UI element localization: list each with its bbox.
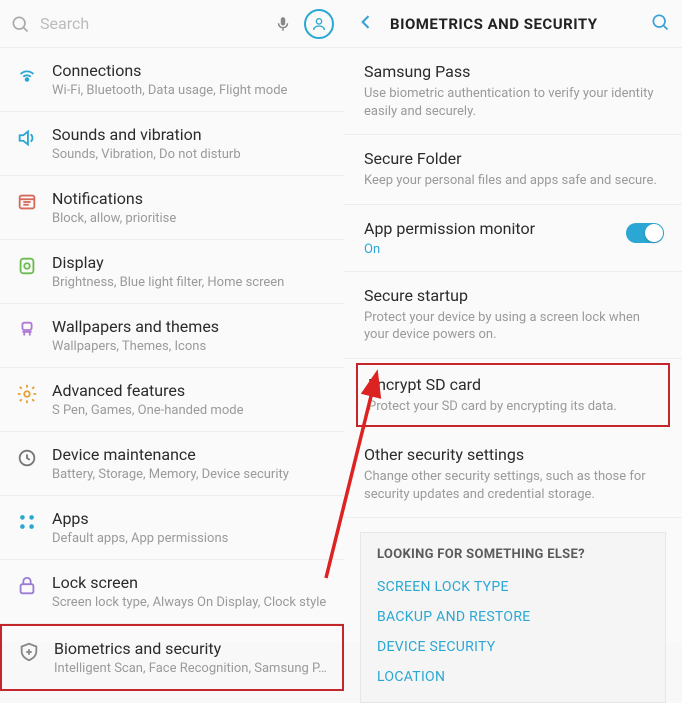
item-secure-startup[interactable]: Secure startup Protect your device by us… xyxy=(344,272,682,359)
related-link-devicesecurity[interactable]: DEVICE SECURITY xyxy=(377,632,649,662)
search-icon[interactable] xyxy=(650,12,670,36)
right-header: BIOMETRICS AND SECURITY xyxy=(344,0,682,48)
search-bar[interactable]: Search xyxy=(0,0,344,48)
wallpaper-icon xyxy=(16,317,52,341)
item-title: Lock screen xyxy=(52,573,334,592)
item-sub: Screen lock type, Always On Display, Clo… xyxy=(52,595,334,610)
item-sub: Block, allow, prioritise xyxy=(52,211,334,226)
item-status: On xyxy=(364,242,626,257)
item-biometrics[interactable]: Biometrics and security Intelligent Scan… xyxy=(0,624,344,691)
related-link-location[interactable]: LOCATION xyxy=(377,662,649,692)
related-link-screenlock[interactable]: SCREEN LOCK TYPE xyxy=(377,572,649,602)
item-display[interactable]: Display Brightness, Blue light filter, H… xyxy=(0,240,344,304)
item-title: Secure Folder xyxy=(364,149,664,168)
item-encrypt-sd-card[interactable]: Encrypt SD card Protect your SD card by … xyxy=(356,363,670,428)
advanced-icon xyxy=(16,381,52,405)
toggle-switch[interactable] xyxy=(626,223,664,243)
item-sub: Protect your device by using a screen lo… xyxy=(364,309,664,344)
item-sub: Wi-Fi, Bluetooth, Data usage, Flight mod… xyxy=(52,83,334,98)
item-sub: Brightness, Blue light filter, Home scre… xyxy=(52,275,334,290)
item-samsung-pass[interactable]: Samsung Pass Use biometric authenticatio… xyxy=(344,48,682,135)
mic-icon[interactable] xyxy=(274,15,292,33)
sound-icon xyxy=(16,125,52,149)
item-sub: Change other security settings, such as … xyxy=(364,468,664,503)
lockscreen-icon xyxy=(16,573,52,597)
apps-icon xyxy=(16,509,52,533)
item-title: Display xyxy=(52,253,334,272)
item-title: Wallpapers and themes xyxy=(52,317,334,336)
item-title: App permission monitor xyxy=(364,219,626,238)
item-title: Other security settings xyxy=(364,445,664,464)
item-maintenance[interactable]: Device maintenance Battery, Storage, Mem… xyxy=(0,432,344,496)
item-title: Advanced features xyxy=(52,381,334,400)
item-other-security[interactable]: Other security settings Change other sec… xyxy=(344,431,682,518)
item-app-permission-monitor[interactable]: App permission monitor On xyxy=(344,205,682,272)
item-title: Notifications xyxy=(52,189,334,208)
biometrics-icon xyxy=(18,639,54,663)
display-icon xyxy=(16,253,52,277)
item-sub: Intelligent Scan, Face Recognition, Sams… xyxy=(54,661,332,676)
settings-right-pane: BIOMETRICS AND SECURITY Samsung Pass Use… xyxy=(344,0,682,642)
item-sub: Protect your SD card by encrypting its d… xyxy=(368,398,658,416)
item-wallpapers[interactable]: Wallpapers and themes Wallpapers, Themes… xyxy=(0,304,344,368)
item-title: Samsung Pass xyxy=(364,62,664,81)
related-heading: LOOKING FOR SOMETHING ELSE? xyxy=(377,547,649,562)
back-icon[interactable] xyxy=(356,12,376,36)
item-title: Encrypt SD card xyxy=(368,375,658,394)
item-title: Sounds and vibration xyxy=(52,125,334,144)
maintenance-icon xyxy=(16,445,52,469)
item-apps[interactable]: Apps Default apps, App permissions xyxy=(0,496,344,560)
item-sub: Use biometric authentication to verify y… xyxy=(364,85,664,120)
notifications-icon xyxy=(16,189,52,213)
item-sub: Wallpapers, Themes, Icons xyxy=(52,339,334,354)
settings-left-pane: Search Connections Wi-Fi, Bluetooth, Dat… xyxy=(0,0,344,642)
item-sub: Keep your personal files and apps safe a… xyxy=(364,172,664,190)
item-notifications[interactable]: Notifications Block, allow, prioritise xyxy=(0,176,344,240)
item-sub: Default apps, App permissions xyxy=(52,531,334,546)
item-title: Secure startup xyxy=(364,286,664,305)
item-sub: S Pen, Games, One-handed mode xyxy=(52,403,334,418)
item-secure-folder[interactable]: Secure Folder Keep your personal files a… xyxy=(344,135,682,205)
item-advanced[interactable]: Advanced features S Pen, Games, One-hand… xyxy=(0,368,344,432)
item-lockscreen[interactable]: Lock screen Screen lock type, Always On … xyxy=(0,560,344,624)
item-sub: Battery, Storage, Memory, Device securit… xyxy=(52,467,334,482)
item-connections[interactable]: Connections Wi-Fi, Bluetooth, Data usage… xyxy=(0,48,344,112)
search-icon xyxy=(10,14,30,34)
item-sub: Sounds, Vibration, Do not disturb xyxy=(52,147,334,162)
settings-list: Connections Wi-Fi, Bluetooth, Data usage… xyxy=(0,48,344,691)
item-sounds[interactable]: Sounds and vibration Sounds, Vibration, … xyxy=(0,112,344,176)
related-block: LOOKING FOR SOMETHING ELSE? SCREEN LOCK … xyxy=(360,532,666,703)
search-input[interactable]: Search xyxy=(40,14,274,33)
profile-icon[interactable] xyxy=(304,9,334,39)
right-list: Samsung Pass Use biometric authenticatio… xyxy=(344,48,682,703)
related-link-backup[interactable]: BACKUP AND RESTORE xyxy=(377,602,649,632)
page-title: BIOMETRICS AND SECURITY xyxy=(390,15,650,33)
item-title: Apps xyxy=(52,509,334,528)
item-title: Device maintenance xyxy=(52,445,334,464)
item-title: Connections xyxy=(52,61,334,80)
connections-icon xyxy=(16,61,52,85)
